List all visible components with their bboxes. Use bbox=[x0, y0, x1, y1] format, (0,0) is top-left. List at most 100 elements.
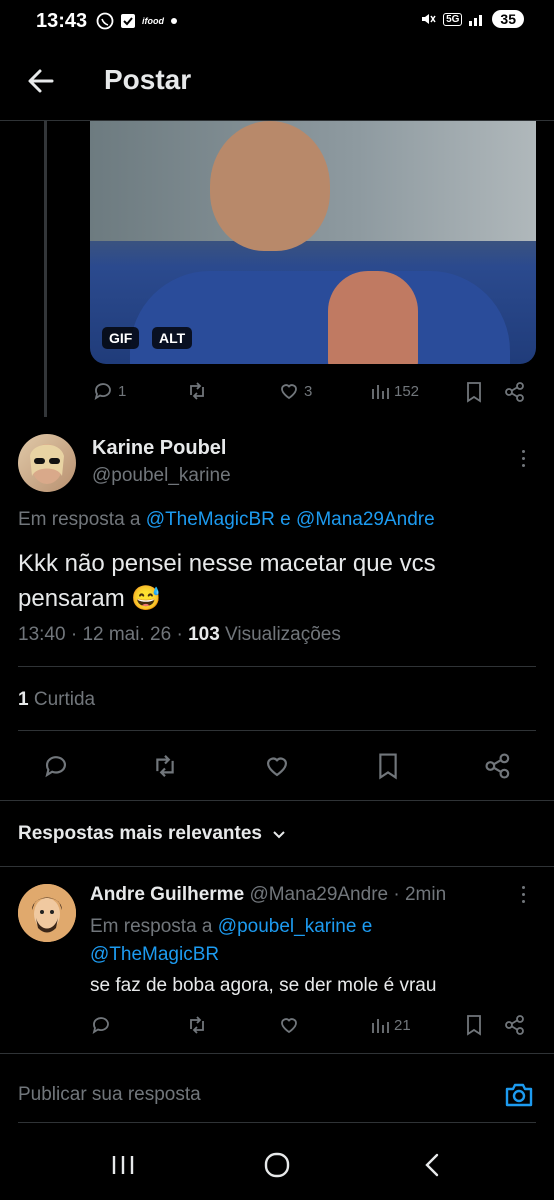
share-button[interactable] bbox=[484, 752, 512, 780]
repost-icon bbox=[190, 1016, 204, 1034]
post-text: Kkk não pensei nesse macetar que vcs pen… bbox=[18, 550, 436, 612]
more-options-icon[interactable] bbox=[522, 450, 525, 467]
checklist-icon bbox=[120, 13, 136, 29]
likes-label: Curtida bbox=[33, 689, 96, 710]
likes-summary[interactable]: 1 Curtida bbox=[18, 689, 95, 711]
ifood-icon: ifood bbox=[142, 16, 164, 26]
author-handle[interactable]: @poubel_karine bbox=[92, 465, 231, 487]
parent-bookmark-button[interactable] bbox=[464, 381, 484, 403]
bookmark-icon bbox=[379, 753, 397, 780]
recents-button[interactable] bbox=[110, 1154, 136, 1176]
network-badge: 5G bbox=[443, 12, 463, 26]
arrow-left-icon bbox=[28, 69, 54, 93]
reply-bookmark-button[interactable] bbox=[464, 1014, 484, 1036]
reply-repost-button[interactable] bbox=[186, 1014, 208, 1036]
reply-conjunction: e bbox=[361, 916, 373, 937]
bookmark-button[interactable] bbox=[374, 752, 402, 780]
reply-input-placeholder: Publicar sua resposta bbox=[18, 1084, 201, 1105]
back-button[interactable] bbox=[26, 66, 56, 96]
repost-icon bbox=[190, 382, 204, 400]
divider bbox=[18, 666, 536, 667]
notification-icons: ifood bbox=[96, 12, 178, 30]
heart-icon bbox=[267, 757, 287, 777]
alt-badge[interactable]: ALT bbox=[152, 327, 193, 349]
sort-replies-dropdown[interactable]: Respostas mais relevantes bbox=[18, 823, 288, 845]
camera-button[interactable] bbox=[504, 1081, 534, 1109]
repost-button[interactable] bbox=[150, 752, 180, 780]
views-label: Visualizações bbox=[225, 624, 341, 645]
reply-context: Em resposta a @TheMagicBR e @Mana29Andre bbox=[18, 509, 435, 531]
reply-conjunction: e bbox=[280, 509, 291, 530]
views-count: 103 bbox=[188, 624, 220, 645]
parent-views-count: 152 bbox=[394, 382, 420, 400]
divider bbox=[0, 1053, 554, 1054]
back-nav-button[interactable] bbox=[422, 1152, 442, 1178]
reply-input[interactable]: Publicar sua resposta bbox=[18, 1084, 201, 1106]
reply-button[interactable] bbox=[42, 752, 70, 780]
reply-like-button[interactable] bbox=[278, 1014, 300, 1036]
whatsapp-icon bbox=[96, 12, 114, 30]
karine-avatar[interactable] bbox=[18, 434, 76, 492]
recents-icon bbox=[112, 1156, 134, 1174]
gif-media[interactable]: GIF ALT bbox=[90, 121, 536, 364]
heart-icon bbox=[281, 384, 297, 400]
reply-more-options-icon[interactable] bbox=[522, 886, 525, 903]
gif-badge: GIF bbox=[102, 327, 140, 349]
parent-share-button[interactable] bbox=[504, 381, 526, 403]
andre-avatar[interactable] bbox=[18, 884, 76, 942]
reply-views-button[interactable]: 21 bbox=[370, 1014, 411, 1036]
heart-icon bbox=[281, 1018, 297, 1034]
parent-reply-button[interactable]: 1 bbox=[92, 380, 126, 402]
share-icon bbox=[505, 382, 524, 402]
repost-icon bbox=[156, 755, 174, 777]
reply-prefix: Em resposta a bbox=[90, 916, 213, 937]
sort-label: Respostas mais relevantes bbox=[18, 823, 262, 844]
share-icon bbox=[505, 1015, 524, 1035]
reply-time: 2min bbox=[404, 884, 447, 905]
status-time: 13:43 bbox=[36, 10, 88, 32]
mention-mana29andre[interactable]: @Mana29Andre bbox=[296, 509, 435, 530]
chevron-down-icon bbox=[273, 831, 285, 839]
views-icon bbox=[372, 385, 389, 399]
mention-themagicbr[interactable]: @TheMagicBR bbox=[146, 509, 275, 530]
parent-repost-button[interactable] bbox=[186, 380, 208, 402]
author-name[interactable]: Karine Poubel bbox=[92, 437, 226, 460]
reply-views-count: 21 bbox=[394, 1016, 411, 1034]
camera-icon bbox=[505, 1083, 533, 1107]
reply-icon bbox=[94, 383, 111, 400]
parent-views-button[interactable]: 152 bbox=[370, 380, 419, 402]
post-date: 12 mai. 26 bbox=[82, 624, 172, 645]
dot-icon bbox=[170, 17, 178, 25]
mention-themagicbr[interactable]: @TheMagicBR bbox=[90, 944, 219, 965]
reply-icon bbox=[45, 756, 66, 778]
views-icon bbox=[372, 1019, 389, 1033]
system-navigation-bar bbox=[0, 1140, 554, 1200]
home-button[interactable] bbox=[264, 1152, 290, 1178]
reply-header: Andre Guilherme @Mana29Andre · 2min bbox=[90, 884, 447, 905]
reply-text: se faz de boba agora, se der mole é vrau bbox=[90, 975, 437, 996]
post-time: 13:40 bbox=[18, 624, 66, 645]
likes-count: 1 bbox=[18, 689, 29, 710]
reply-icon bbox=[92, 1017, 109, 1034]
bookmark-icon bbox=[467, 382, 481, 403]
reply-prefix: Em resposta a bbox=[18, 509, 141, 530]
battery-level: 35 bbox=[492, 10, 524, 28]
reply-context: Em resposta a @poubel_karine e @TheMagic… bbox=[90, 913, 530, 969]
divider bbox=[18, 730, 536, 731]
page-title: Postar bbox=[104, 64, 192, 95]
parent-like-button[interactable]: 3 bbox=[278, 380, 312, 402]
reply-author-name[interactable]: Andre Guilherme bbox=[90, 884, 244, 905]
bookmark-icon bbox=[467, 1015, 481, 1036]
chevron-left-icon bbox=[425, 1153, 439, 1177]
system-icons: 5G 35 bbox=[419, 10, 524, 28]
divider bbox=[0, 800, 554, 801]
parent-like-count: 3 bbox=[304, 382, 313, 400]
reply-reply-button[interactable] bbox=[90, 1014, 112, 1036]
share-icon bbox=[485, 753, 510, 779]
reply-author-handle[interactable]: @Mana29Andre bbox=[249, 884, 388, 905]
status-bar: 13:43 ifood 5G 35 bbox=[0, 0, 554, 44]
mute-icon bbox=[419, 10, 437, 28]
mention-poubel-karine[interactable]: @poubel_karine bbox=[218, 916, 357, 937]
like-button[interactable] bbox=[262, 752, 292, 780]
reply-share-button[interactable] bbox=[504, 1014, 526, 1036]
